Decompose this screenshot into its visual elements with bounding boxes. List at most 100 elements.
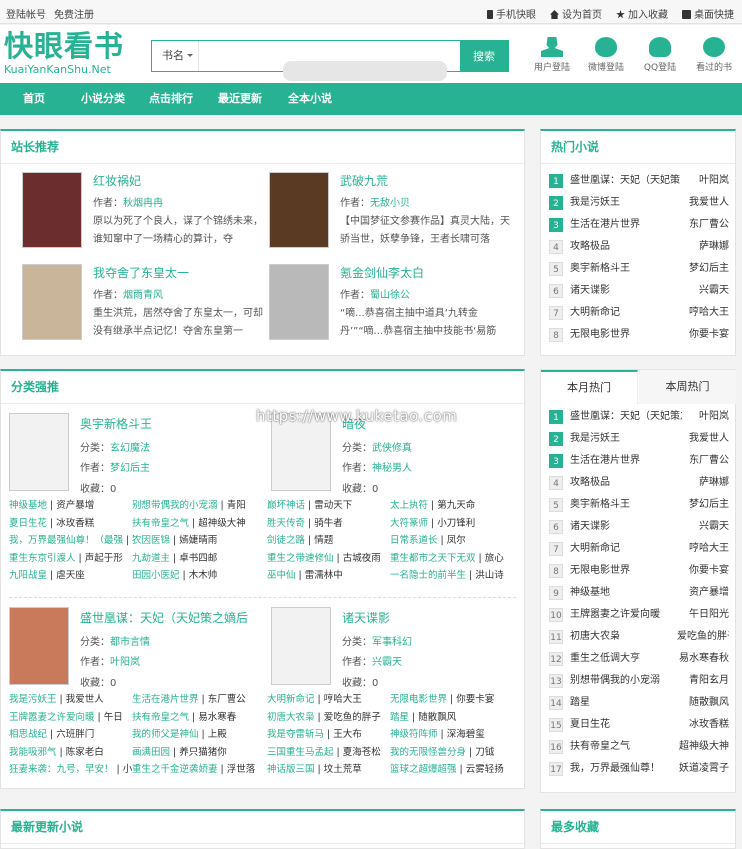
- favorite-link[interactable]: 加入收藏: [616, 6, 668, 21]
- author-link[interactable]: 嫣婕晴雨: [179, 535, 217, 546]
- rank-item[interactable]: 10 王牌嚣妻之许爱向暖 午日阳光: [549, 604, 729, 626]
- author-link[interactable]: 骑牛者: [314, 518, 343, 529]
- rank-book-name[interactable]: 诸天谍影: [570, 280, 682, 302]
- author-link[interactable]: 小: [123, 764, 133, 775]
- rank-book-name[interactable]: 夏日生花: [570, 714, 682, 736]
- author-link[interactable]: 午日: [104, 712, 123, 723]
- author-link[interactable]: 蜀山徐公: [370, 290, 410, 301]
- author-link[interactable]: 凤尔: [447, 535, 466, 546]
- category-book[interactable]: 奥宇新格斗王 分类：玄幻魔法 作者：梦幻后主 收藏：0: [9, 413, 259, 503]
- rank-book-name[interactable]: 我，万界最强仙尊！: [570, 758, 682, 780]
- book-link[interactable]: 相思战纪: [9, 729, 47, 740]
- book-link[interactable]: 巅坏神话: [267, 500, 305, 511]
- nav-home[interactable]: 首页: [23, 83, 45, 115]
- register-link[interactable]: 免费注册: [54, 10, 94, 21]
- book-link[interactable]: 重生都市之天下无双: [390, 553, 476, 564]
- book-cover[interactable]: [22, 264, 82, 340]
- author-link[interactable]: 木木帅: [189, 570, 218, 581]
- rank-book-name[interactable]: 神级基地: [570, 582, 682, 604]
- rank-author[interactable]: 我爱世人: [677, 192, 729, 214]
- rank-book-name[interactable]: 奥宇新格斗王: [570, 494, 682, 516]
- author-link[interactable]: 资产暴增: [56, 500, 94, 511]
- tab-month[interactable]: 本月热门: [541, 370, 638, 404]
- rank-book-name[interactable]: 踏星: [570, 692, 682, 714]
- author-link[interactable]: 烟雨青风: [123, 290, 163, 301]
- rank-book-name[interactable]: 盛世凰谋：天妃（天妃策: [570, 170, 682, 192]
- book-cover[interactable]: [269, 264, 329, 340]
- qq-login[interactable]: QQ登陆: [640, 37, 680, 73]
- author-link[interactable]: 王大布: [333, 729, 362, 740]
- book-title[interactable]: 我夺舍了东皇太一: [93, 264, 189, 281]
- rank-book-name[interactable]: 我是污妖王: [570, 428, 682, 450]
- author-link[interactable]: 深海碧玺: [447, 729, 485, 740]
- history[interactable]: 看过的书: [694, 37, 734, 73]
- book-title[interactable]: 氪金剑仙李太白: [340, 264, 424, 281]
- login-link[interactable]: 登陆帐号: [6, 10, 46, 21]
- rank-item[interactable]: 4 攻略极品 萨琳娜: [549, 472, 729, 494]
- book-link[interactable]: 重生之带速修仙: [267, 553, 334, 564]
- rank-book-name[interactable]: 别想带偶我的小宠溺: [570, 670, 682, 692]
- book-link[interactable]: 扶有帝皇之气: [132, 712, 189, 723]
- book-link[interactable]: 踏星: [390, 712, 409, 723]
- author-link[interactable]: 东厂曹公: [208, 694, 246, 705]
- rank-author[interactable]: 萨琳娜: [677, 472, 729, 494]
- book-cover[interactable]: [9, 413, 69, 491]
- rec-book[interactable]: 武破九荒 作者：无敌小贝 【中国梦征文参赛作品】真灵大陆，天骄当世，妖孽争锋，王…: [269, 172, 514, 254]
- book-cover[interactable]: [22, 172, 82, 248]
- book-link[interactable]: 无限电影世界: [390, 694, 447, 705]
- author-link[interactable]: 坟土荒草: [324, 764, 362, 775]
- rec-book[interactable]: 氪金剑仙李太白 作者：蜀山徐公 “嘀...恭喜宿主抽中道具‘九转金丹’”“嘀..…: [269, 264, 514, 346]
- book-link[interactable]: 我的无限怪兽分身: [390, 747, 466, 758]
- rank-book-name[interactable]: 王牌嚣妻之许爱向暖: [570, 604, 682, 626]
- book-title[interactable]: 奥宇新格斗王: [80, 415, 152, 432]
- author-link[interactable]: 夏海苍松: [343, 747, 381, 758]
- rank-author[interactable]: 你要卡宴: [677, 560, 729, 582]
- book-link[interactable]: 王牌嚣妻之许爱向暖: [9, 712, 95, 723]
- rank-author[interactable]: 叶阳岚: [677, 406, 729, 428]
- book-link[interactable]: 我是污妖王: [9, 694, 57, 705]
- rank-book-name[interactable]: 攻略极品: [570, 472, 682, 494]
- author-link[interactable]: 雷濡林中: [305, 570, 343, 581]
- book-link[interactable]: 太上执符: [390, 500, 428, 511]
- book-link[interactable]: 神话版三国: [267, 764, 315, 775]
- author-link[interactable]: 上殿: [208, 729, 227, 740]
- book-link[interactable]: 神级符阵师: [390, 729, 438, 740]
- category-link[interactable]: 玄幻魔法: [110, 443, 150, 454]
- rank-item[interactable]: 8 无限电影世界 你要卡宴: [549, 324, 729, 346]
- author-link[interactable]: 超神级大神: [198, 518, 246, 529]
- author-link[interactable]: 随散飘风: [418, 712, 456, 723]
- book-link[interactable]: 剑徒之路: [267, 535, 305, 546]
- rank-item[interactable]: 1 盛世凰谋：天妃（天妃策之 叶阳岚: [549, 406, 729, 428]
- rank-book-name[interactable]: 诸天谍影: [570, 516, 682, 538]
- author-link[interactable]: 虐天座: [56, 570, 85, 581]
- rank-item[interactable]: 13 别想带偶我的小宠溺 青阳玄月: [549, 670, 729, 692]
- book-link[interactable]: 扶有帝皇之气: [132, 518, 189, 529]
- book-cover[interactable]: [269, 172, 329, 248]
- rank-book-name[interactable]: 大明新命记: [570, 302, 682, 324]
- mobile-link[interactable]: 手机快眼: [487, 6, 536, 21]
- author-link[interactable]: 我爱世人: [66, 694, 104, 705]
- rank-author[interactable]: 兴霸天: [677, 280, 729, 302]
- book-link[interactable]: 重生东京引渡人: [9, 553, 76, 564]
- book-link[interactable]: 别想带偶我的小宠溺: [132, 500, 218, 511]
- rank-item[interactable]: 7 大明新命记 哼哈大王: [549, 538, 729, 560]
- rank-author[interactable]: 易水寒春秋: [677, 648, 729, 670]
- rank-book-name[interactable]: 大明新命记: [570, 538, 682, 560]
- book-link[interactable]: 我的师父是神仙: [132, 729, 199, 740]
- author-link[interactable]: 云雾轻扬: [466, 764, 504, 775]
- rank-book-name[interactable]: 我是污妖王: [570, 192, 682, 214]
- rank-item[interactable]: 4 攻略极品 萨琳娜: [549, 236, 729, 258]
- rank-item[interactable]: 5 奥宇新格斗王 梦幻后主: [549, 258, 729, 280]
- rank-author[interactable]: 梦幻后主: [677, 258, 729, 280]
- rank-book-name[interactable]: 生活在港片世界: [570, 214, 682, 236]
- author-link[interactable]: 声起于形: [85, 553, 123, 564]
- author-link[interactable]: 第九天命: [437, 500, 475, 511]
- book-link[interactable]: 画满田园: [132, 747, 170, 758]
- rank-item[interactable]: 7 大明新命记 哼哈大王: [549, 302, 729, 324]
- tab-week[interactable]: 本周热门: [639, 370, 736, 404]
- rank-author[interactable]: 东厂曹公: [677, 214, 729, 236]
- rank-author[interactable]: 叶阳岚: [677, 170, 729, 192]
- rank-author[interactable]: 我爱世人: [677, 428, 729, 450]
- rank-item[interactable]: 16 扶有帝皇之气 超神级大神: [549, 736, 729, 758]
- rank-book-name[interactable]: 盛世凰谋：天妃（天妃策之: [570, 406, 682, 428]
